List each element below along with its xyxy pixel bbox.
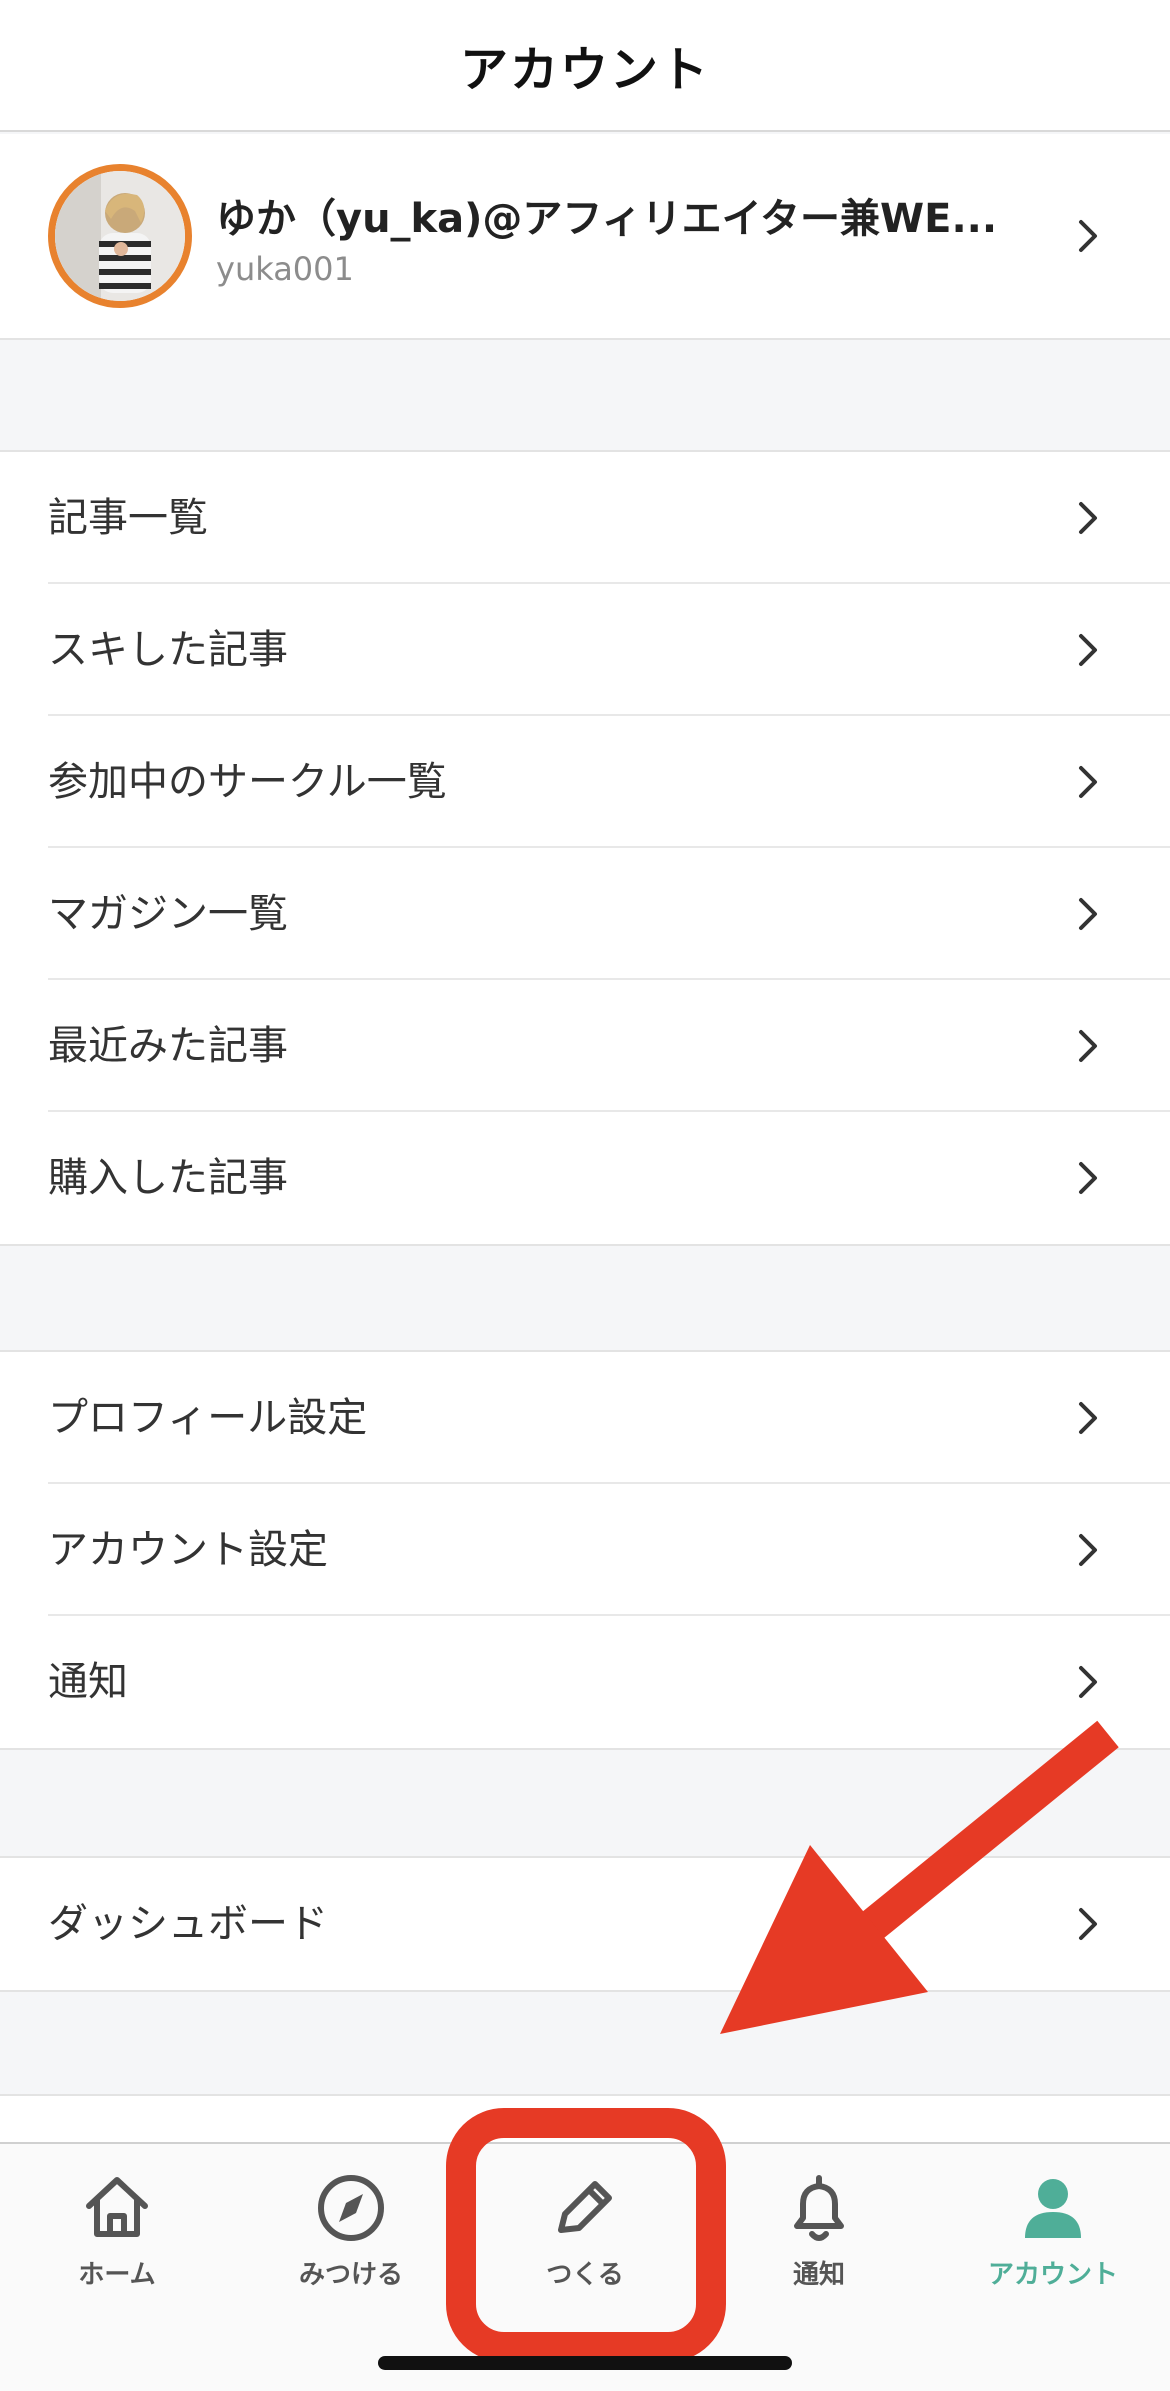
home-indicator <box>378 2356 792 2370</box>
annotation-arrow-icon <box>720 1720 1119 2034</box>
